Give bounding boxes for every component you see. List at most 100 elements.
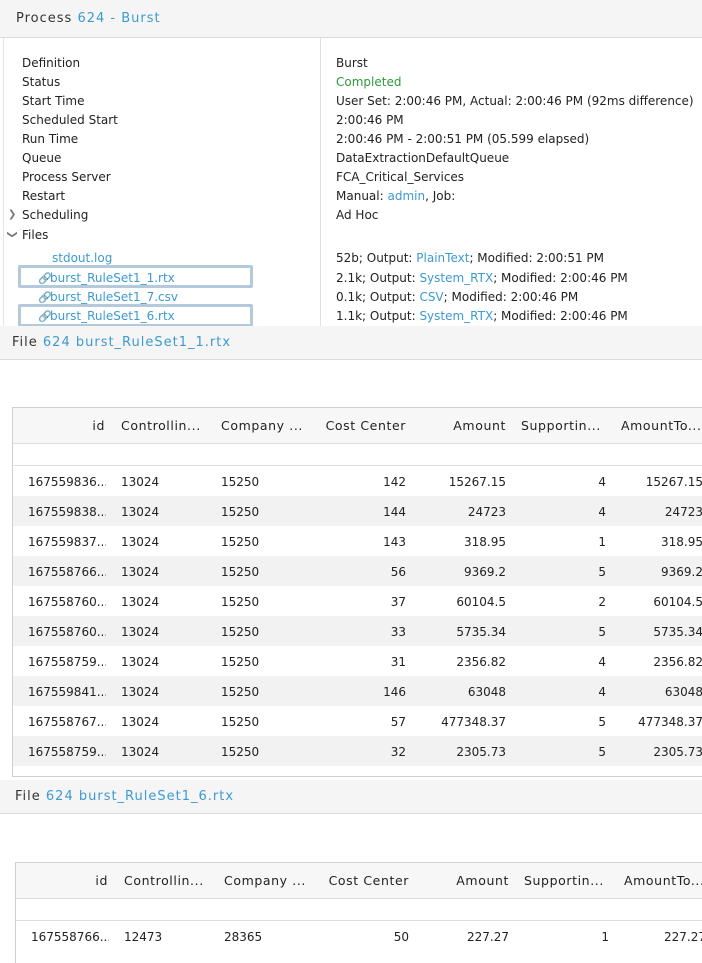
process-server-link[interactable]: FCA_Critical_Services: [336, 170, 464, 184]
amount-cell: 477348.37: [441, 715, 506, 729]
amount-cell: 2356.82: [456, 655, 506, 669]
cost-center-cell: 33: [390, 625, 406, 639]
file-type-link[interactable]: PlainText: [416, 251, 469, 265]
chevron-down-icon[interactable]: ❯: [7, 230, 18, 238]
process-link[interactable]: 624 - Burst: [77, 11, 160, 26]
cost-center-cell: 37: [390, 595, 406, 609]
id-cell: 167558759...: [28, 745, 106, 759]
amount-to-cell: 63048: [664, 685, 702, 699]
supporting-cell: 1: [601, 930, 609, 944]
amount-to-cell: 227.27: [664, 930, 702, 944]
file-section-label: File: [15, 789, 41, 804]
label-run-time: Run Time: [22, 132, 79, 146]
table-row[interactable]: 167558760... 13024 15250 37 60104.5 2 60104.5: [13, 586, 702, 616]
link-icon: 🔗: [38, 291, 52, 304]
file-section-link[interactable]: 624 burst_RuleSet1_1.rtx: [43, 335, 231, 350]
cost-center-cell: 143: [383, 535, 406, 549]
company-cell: 28365: [224, 930, 263, 944]
label-status: Status: [22, 75, 61, 89]
table-row[interactable]: 167558760... 13024 15250 33 5735.34 5 5735.34: [13, 616, 702, 646]
grid-filter-row[interactable]: [16, 899, 702, 921]
supporting-cell: 2: [598, 595, 606, 609]
file-type-link[interactable]: System_RTX: [419, 309, 493, 323]
file-link-stdout[interactable]: stdout.log: [52, 251, 112, 265]
column-header[interactable]: id: [13, 418, 105, 433]
definition-link[interactable]: Burst: [336, 56, 368, 70]
id-cell: 167558767...: [28, 715, 106, 729]
file-link-rtx-6[interactable]: 🔗burst_RuleSet1_6.rtx: [38, 309, 175, 323]
file-data-grid: id Controllin... Company ... Cost Center Amo…: [12, 407, 702, 777]
column-header[interactable]: Controllin...: [124, 873, 214, 888]
restart-suffix: , Job:: [425, 189, 456, 203]
file-info-post: ; Modified: 2:00:46 PM: [493, 309, 628, 323]
table-row[interactable]: 167558767... 13024 15250 57 477348.37 5 477348…: [13, 706, 702, 736]
label-scheduling[interactable]: Scheduling: [22, 208, 88, 222]
file-type-link[interactable]: CSV: [419, 290, 443, 304]
label-start-time: Start Time: [22, 94, 85, 108]
column-header[interactable]: AmountTo...: [621, 418, 702, 433]
company-cell: 15250: [221, 745, 260, 759]
column-header[interactable]: id: [16, 873, 108, 888]
scheduled-start-value: 2:00:46 PM: [336, 113, 404, 127]
table-row[interactable]: 167558766... 12473 28365 50 227.27 1 227.27: [16, 921, 702, 951]
table-row[interactable]: 167559837... 13024 15250 143 318.95 1 318.95: [13, 526, 702, 556]
column-header[interactable]: Controllin...: [121, 418, 211, 433]
company-cell: 15250: [221, 655, 260, 669]
restart-user-link[interactable]: admin: [387, 189, 425, 203]
table-row[interactable]: 167559836... 13024 15250 142 15267.15 4 15267.…: [13, 466, 702, 496]
amount-to-cell: 5735.34: [653, 625, 702, 639]
file-type-link[interactable]: System_RTX: [419, 271, 493, 285]
company-cell: 15250: [221, 685, 260, 699]
column-header[interactable]: Amount: [413, 418, 506, 433]
file-section-link[interactable]: 624 burst_RuleSet1_6.rtx: [46, 789, 234, 804]
supporting-cell: 5: [598, 625, 606, 639]
grid-filter-row[interactable]: [13, 444, 702, 466]
queue-link[interactable]: DataExtractionDefaultQueue: [336, 151, 509, 165]
id-cell: 167559841...: [28, 685, 106, 699]
column-header[interactable]: Company ...: [224, 873, 314, 888]
table-row[interactable]: 167559841... 13024 15250 146 63048 4 63048: [13, 676, 702, 706]
label-scheduled-start: Scheduled Start: [22, 113, 118, 127]
column-header[interactable]: Cost Center: [313, 418, 406, 433]
chevron-right-icon[interactable]: ❯: [8, 209, 16, 220]
grid-header-row: id Controllin... Company ... Cost Center Amo…: [13, 408, 702, 444]
file-link-csv-7[interactable]: 🔗burst_RuleSet1_7.csv: [38, 290, 178, 304]
file-info-post: ; Modified: 2:00:51 PM: [469, 251, 605, 265]
column-header[interactable]: Company ...: [221, 418, 311, 433]
file-info-rtx-1: 2.1k; Output: System_RTX; Modified: 2:00…: [336, 271, 628, 285]
id-cell: 167558766...: [31, 930, 109, 944]
file-info-pre: 2.1k; Output:: [336, 271, 420, 285]
file-name-csv-7[interactable]: burst_RuleSet1_7.csv: [50, 290, 178, 304]
label-files[interactable]: Files: [22, 228, 48, 242]
amount-cell: 318.95: [464, 535, 506, 549]
controlling-cell: 13024: [121, 535, 160, 549]
cost-center-cell: 56: [390, 565, 406, 579]
controlling-cell: 13024: [121, 505, 160, 519]
id-cell: 167558759...: [28, 655, 106, 669]
file-link-rtx-1[interactable]: 🔗burst_RuleSet1_1.rtx: [38, 271, 175, 285]
table-row[interactable]: 167558759... 13024 15250 31 2356.82 4 2356.82: [13, 646, 702, 676]
file-name-rtx-1[interactable]: burst_RuleSet1_1.rtx: [50, 271, 175, 285]
file-name-rtx-6[interactable]: burst_RuleSet1_6.rtx: [50, 309, 175, 323]
column-header[interactable]: Supportin...: [521, 418, 611, 433]
id-cell: 167558766...: [28, 565, 106, 579]
grid-header-row: id Controllin... Company ... Cost Center Amo…: [16, 863, 702, 899]
start-time-value: User Set: 2:00:46 PM, Actual: 2:00:46 PM…: [336, 94, 694, 108]
table-row[interactable]: 167558766... 13024 15250 56 9369.2 5 9369.2: [13, 556, 702, 586]
amount-to-cell: 24723: [664, 505, 702, 519]
column-header[interactable]: AmountTo...: [624, 873, 702, 888]
column-header[interactable]: Supportin...: [524, 873, 614, 888]
table-row[interactable]: 167558759... 13024 15250 32 2305.73 5 2305.73: [13, 736, 702, 766]
column-header[interactable]: Cost Center: [316, 873, 409, 888]
company-cell: 15250: [221, 595, 260, 609]
table-row[interactable]: 167559838... 13024 15250 144 24723 4 24723: [13, 496, 702, 526]
column-header[interactable]: Amount: [416, 873, 509, 888]
file-info-pre: 1.1k; Output:: [336, 309, 420, 323]
controlling-cell: 13024: [121, 565, 160, 579]
amount-to-cell: 318.95: [661, 535, 702, 549]
company-cell: 15250: [221, 505, 260, 519]
cost-center-cell: 142: [383, 475, 406, 489]
amount-cell: 5735.34: [456, 625, 506, 639]
process-title: Process 624 - Burst: [16, 11, 161, 26]
supporting-cell: 5: [598, 565, 606, 579]
